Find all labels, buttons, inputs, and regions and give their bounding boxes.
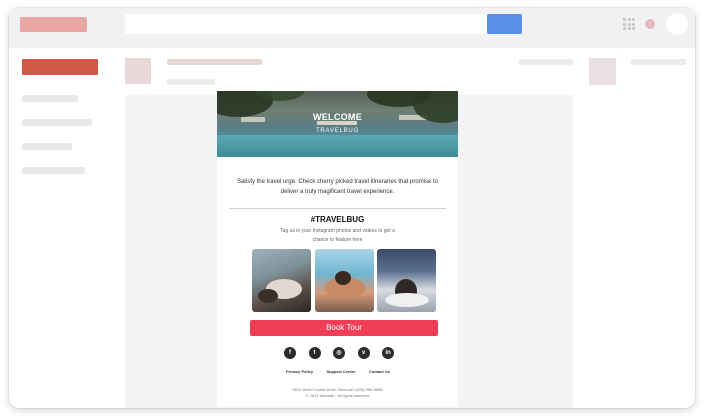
sidebar-item-3[interactable] (22, 143, 72, 150)
app-logo[interactable] (20, 17, 87, 32)
twitter-icon[interactable]: t (308, 347, 321, 359)
top-bar (9, 8, 695, 48)
instagram-photo-2[interactable] (315, 249, 374, 312)
side-panel-avatar (589, 58, 616, 85)
hashtag-description: Tag us in your Instagram photos and vide… (280, 228, 395, 243)
privacy-policy-link[interactable]: Privacy Policy (286, 369, 313, 374)
vimeo-icon[interactable]: v (357, 347, 370, 359)
instagram-photo-3[interactable] (377, 249, 436, 312)
instagram-icon[interactable]: ◎ (333, 347, 345, 359)
hashtag-title: #TRAVELBUG (310, 215, 365, 224)
social-links: f t ◎ v in (284, 347, 394, 360)
support-centre-link[interactable]: Support Centre (326, 369, 355, 374)
book-tour-button[interactable]: Book Tour (250, 320, 438, 336)
divider (229, 208, 446, 209)
sidebar-item-4[interactable] (22, 167, 85, 174)
hero-banner: WELCOME TRAVELBUG (217, 91, 458, 157)
compose-button[interactable] (22, 59, 98, 75)
avatar[interactable] (666, 13, 688, 35)
search-input[interactable] (125, 14, 487, 34)
notification-icon[interactable] (645, 19, 655, 29)
intro-text: Satisfy the travel urge. Check cherry pi… (236, 179, 439, 195)
email-sender-placeholder (167, 79, 215, 85)
footer-address: 5812 Shell Course Drive, Remont1 (028) 9… (292, 387, 383, 392)
hero-title: WELCOME (312, 112, 363, 122)
instagram-photo-1[interactable] (252, 249, 311, 312)
footer-links: Privacy Policy Support Centre Contact Us (286, 369, 390, 374)
footer-copyright: © 2021 Website · All rights reserved (305, 393, 370, 398)
apps-grid-icon[interactable] (623, 18, 635, 30)
hero-subtitle: TRAVELBUG (315, 128, 360, 134)
search-button[interactable] (487, 14, 522, 34)
side-panel-line (631, 59, 686, 65)
sidebar-item-2[interactable] (22, 119, 92, 126)
email-date-placeholder (519, 59, 573, 65)
contact-us-link[interactable]: Contact Us (369, 369, 390, 374)
sidebar-item-1[interactable] (22, 95, 78, 102)
sender-avatar (125, 58, 151, 84)
facebook-icon[interactable]: f (284, 347, 296, 359)
email-subject-placeholder (167, 59, 262, 65)
linkedin-icon[interactable]: in (382, 347, 394, 359)
newsletter-email: WELCOME TRAVELBUG Satisfy the travel urg… (217, 91, 458, 407)
